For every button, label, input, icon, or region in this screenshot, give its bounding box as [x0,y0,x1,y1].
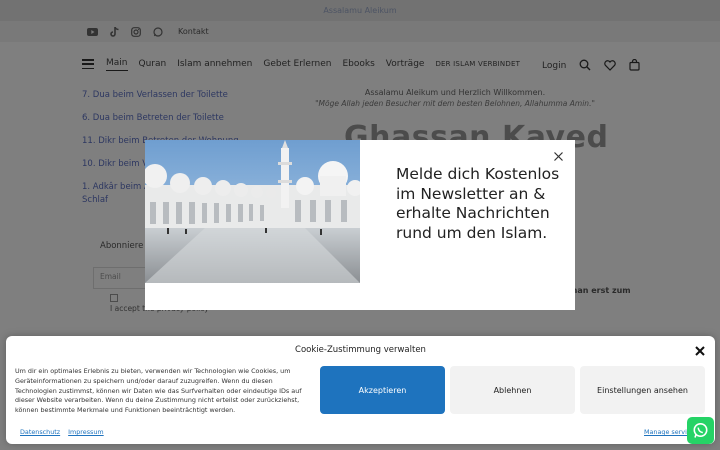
cookie-description: Um dir ein optimales Erlebnis zu bieten,… [15,367,302,415]
accept-button[interactable]: Akzeptieren [320,366,445,414]
manage-services-link[interactable]: Manage services [644,428,692,436]
cookie-links: Datenschutz Impressum [20,428,104,436]
modal-close-icon[interactable] [551,149,565,163]
deny-button[interactable]: Ablehnen [450,366,575,414]
newsletter-modal: Melde dich Kostenlos im Newsletter an & … [145,140,575,310]
cookie-consent-banner: Cookie-Zustimmung verwalten Um dir ein o… [6,336,715,444]
mosque-image [145,140,360,283]
cookie-title: Cookie-Zustimmung verwalten [295,345,426,355]
view-settings-button[interactable]: Einstellungen ansehen [580,366,705,414]
newsletter-headline: Melde dich Kostenlos im Newsletter an & … [396,165,560,242]
cookie-close-icon[interactable] [694,345,706,357]
whatsapp-icon [693,423,708,438]
impressum-link[interactable]: Impressum [68,428,104,436]
datenschutz-link[interactable]: Datenschutz [20,428,60,436]
whatsapp-chat-button[interactable] [687,417,714,444]
